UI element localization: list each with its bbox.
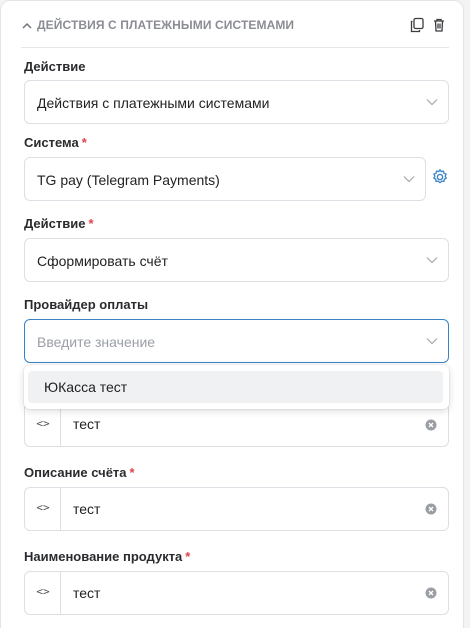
operation-select[interactable]: Сформировать счёт (24, 238, 449, 282)
action-select[interactable]: Действия с платежными системами (24, 80, 449, 124)
action-value: Действия с платежными системами (37, 95, 270, 111)
variable-toggle[interactable]: <> (25, 404, 61, 446)
clear-icon[interactable] (425, 503, 437, 515)
required-mark: * (129, 465, 135, 480)
product-name-value: тест (73, 585, 101, 601)
product-name-label: Наименование продукта * (24, 549, 191, 564)
product-name-field[interactable]: <> тест (24, 571, 449, 615)
chevron-down-icon (426, 338, 438, 345)
trash-icon[interactable] (431, 17, 447, 33)
variable-toggle[interactable]: <> (25, 572, 61, 614)
block-header: ДЕЙСТВИЯ С ПЛАТЕЖНЫМИ СИСТЕМАМИ (21, 15, 449, 39)
clear-icon[interactable] (425, 419, 437, 431)
payment-action-block: ДЕЙСТВИЯ С ПЛАТЕЖНЫМИ СИСТЕМАМИ Действие… (0, 0, 464, 628)
chevron-down-icon (403, 176, 415, 183)
dropdown-option[interactable]: ЮКасса тест (28, 371, 443, 403)
copy-icon[interactable] (409, 17, 425, 33)
provider-select[interactable]: Введите значение (24, 319, 449, 363)
provider-label: Провайдер оплаты (24, 297, 149, 312)
chevron-up-icon[interactable] (21, 20, 33, 32)
gear-icon[interactable] (431, 168, 449, 186)
clear-icon[interactable] (425, 587, 437, 599)
variable-toggle[interactable]: <> (25, 488, 61, 530)
system-select[interactable]: TG pay (Telegram Payments) (24, 157, 426, 201)
operation-value: Сформировать счёт (37, 253, 168, 269)
provider-dropdown: ЮКасса тест (24, 365, 449, 409)
hidden-field-value: тест (73, 416, 101, 432)
operation-label: Действие * (24, 216, 94, 231)
invoice-description-field[interactable]: <> тест (24, 487, 449, 531)
invoice-description-value: тест (73, 501, 101, 517)
chevron-down-icon (426, 99, 438, 106)
header-divider (21, 47, 449, 48)
hidden-field[interactable]: <> тест (24, 403, 449, 447)
required-mark: * (88, 216, 94, 231)
system-value: TG pay (Telegram Payments) (37, 172, 220, 188)
provider-placeholder: Введите значение (37, 334, 156, 350)
chevron-down-icon (426, 257, 438, 264)
required-mark: * (185, 549, 191, 564)
block-title: ДЕЙСТВИЯ С ПЛАТЕЖНЫМИ СИСТЕМАМИ (37, 18, 295, 32)
action-label: Действие (24, 59, 86, 74)
system-label: Система * (24, 135, 87, 150)
required-mark: * (81, 135, 87, 150)
invoice-description-label: Описание счёта * (24, 465, 135, 480)
